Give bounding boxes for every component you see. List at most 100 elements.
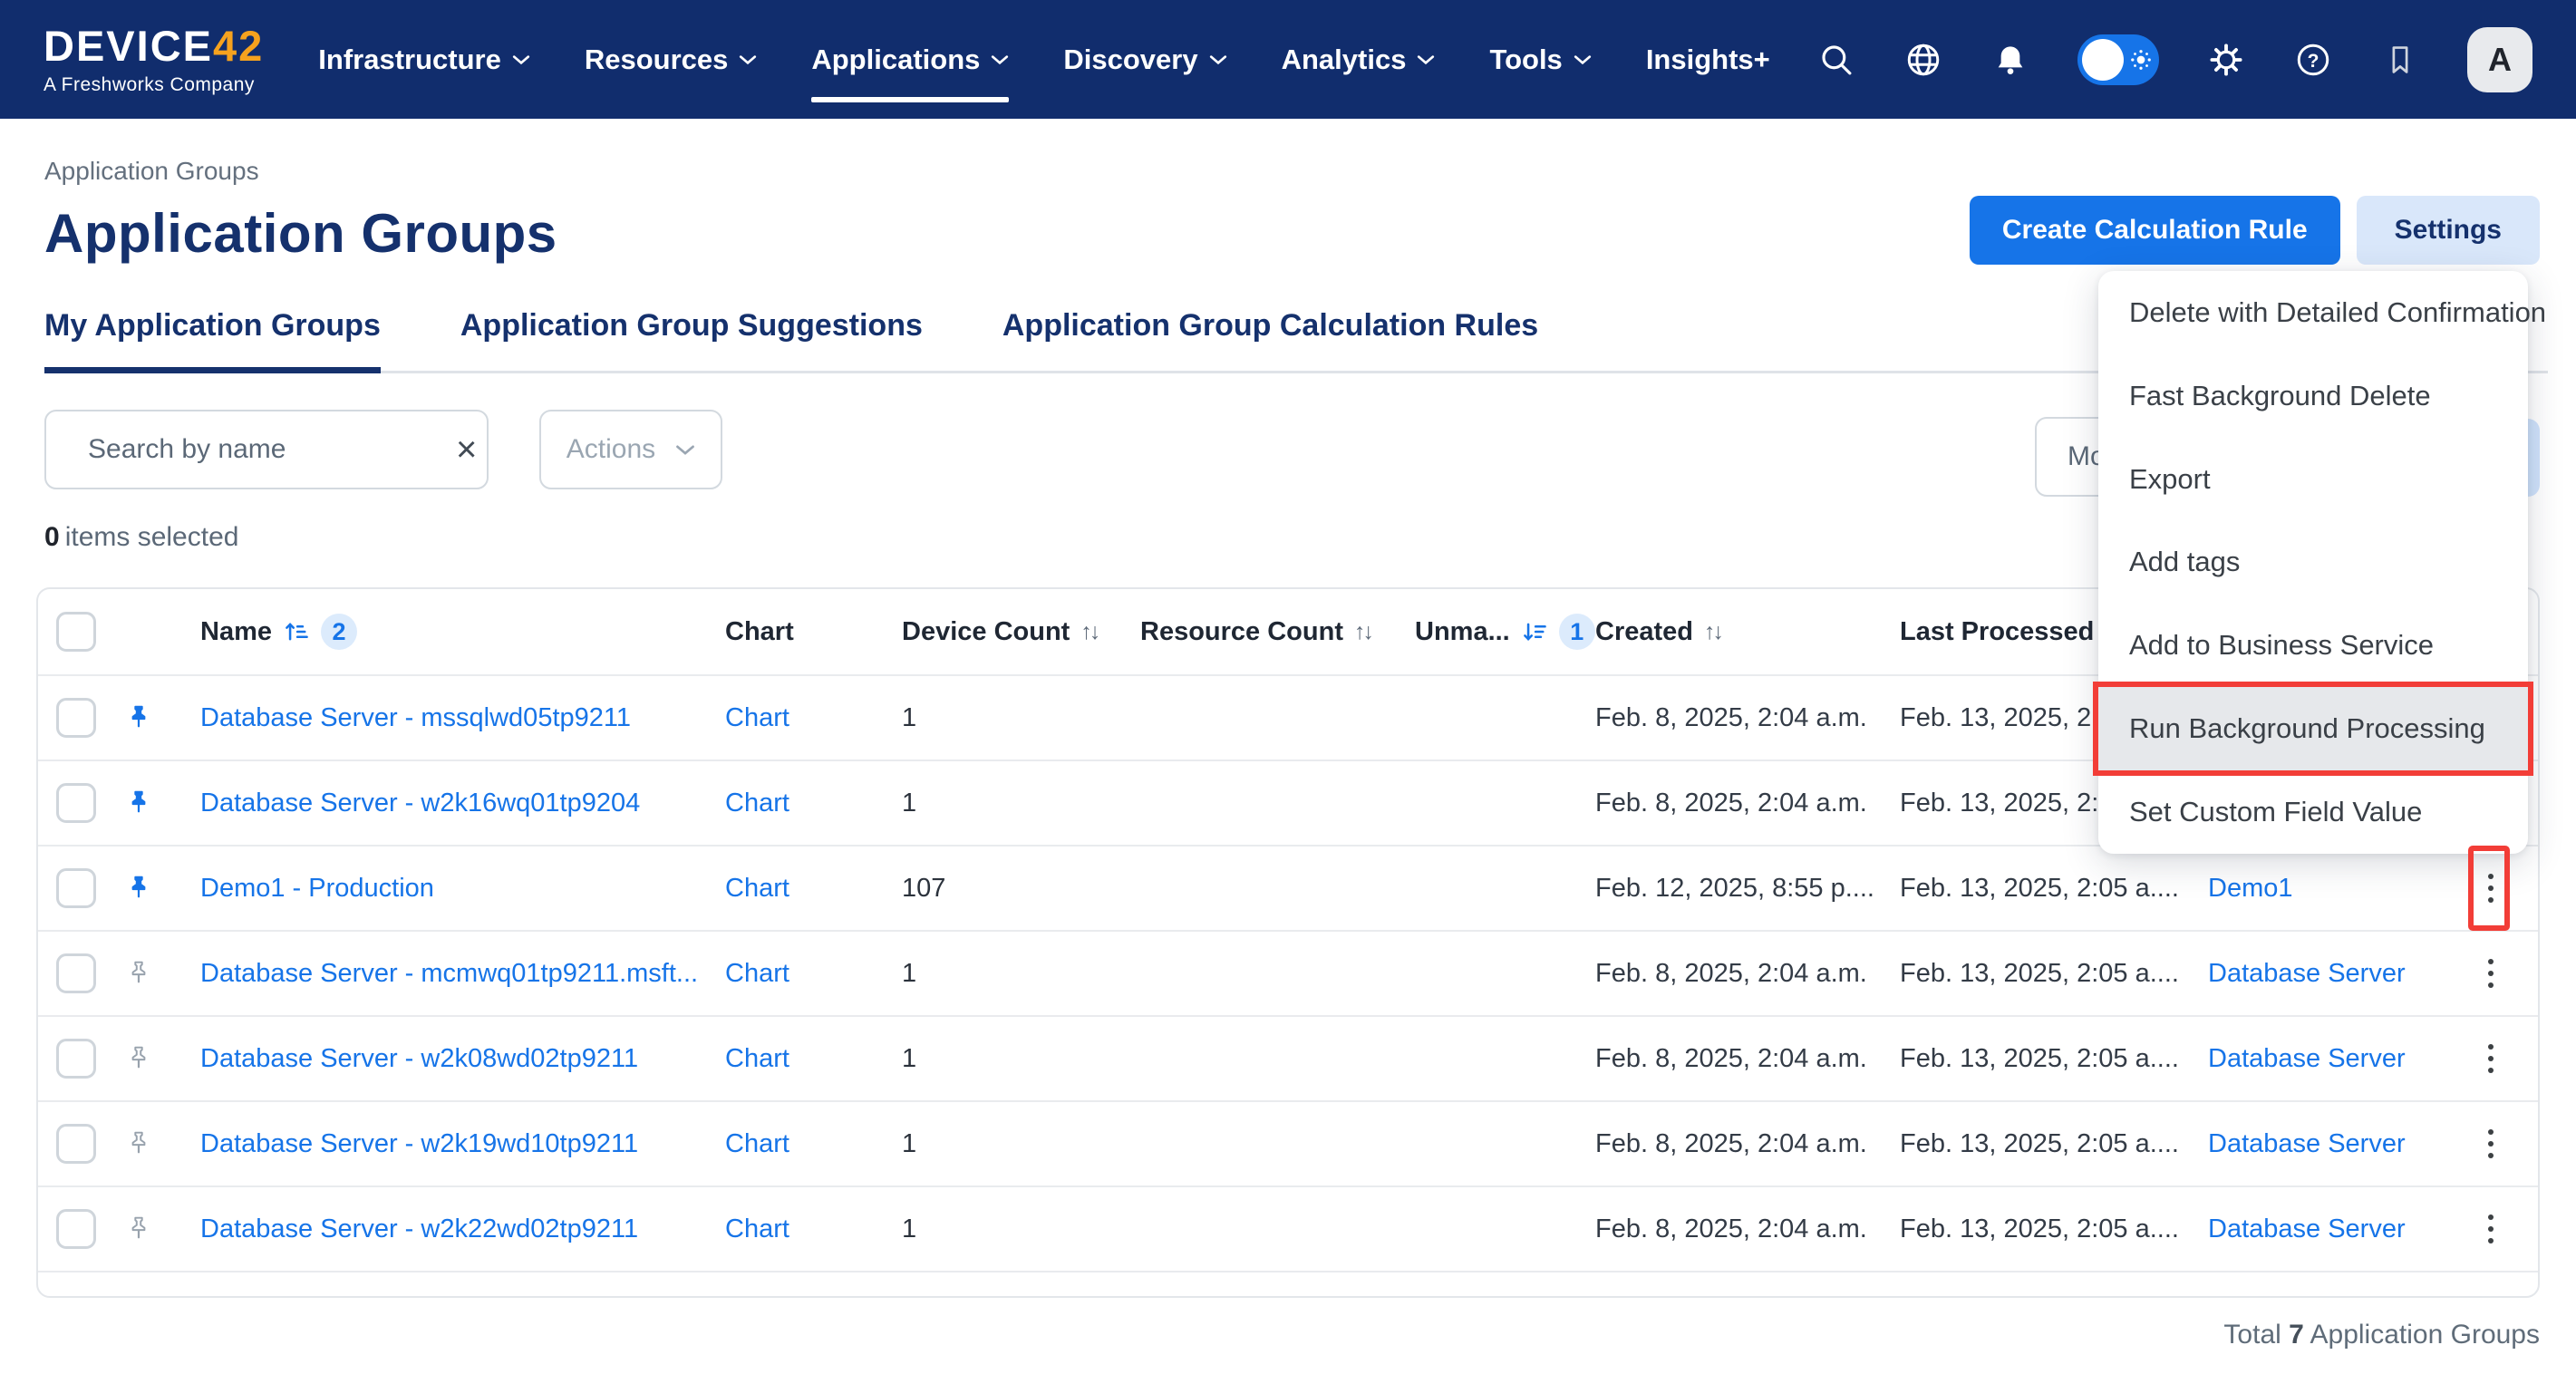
clear-search-icon[interactable]: × — [456, 431, 477, 468]
column-header-created[interactable]: Created↑↓ — [1595, 617, 1900, 647]
chart-link[interactable]: Chart — [725, 703, 789, 733]
row-checkbox[interactable] — [56, 868, 96, 908]
tab-my-application-groups[interactable]: My Application Groups — [44, 308, 381, 371]
nav-item-infrastructure[interactable]: Infrastructure — [318, 0, 530, 119]
row-checkbox[interactable] — [56, 1039, 96, 1079]
sort-asc-icon[interactable] — [283, 618, 310, 645]
chevron-down-icon — [1574, 54, 1592, 65]
search-icon[interactable] — [1816, 40, 1856, 80]
column-header-name[interactable]: Name 2 — [181, 614, 725, 650]
table-row: Database Server - w2k19wd10tp9211Chart1F… — [38, 1102, 2538, 1187]
application-group-link[interactable]: Demo1 - Production — [200, 874, 434, 904]
chart-link[interactable]: Chart — [725, 789, 789, 818]
pinned-icon[interactable] — [125, 703, 152, 732]
unpinned-icon[interactable] — [125, 959, 152, 988]
device-count: 1 — [902, 789, 916, 818]
tab-application-group-calculation-rules[interactable]: Application Group Calculation Rules — [1002, 308, 1538, 371]
row-menu-icon[interactable] — [2481, 866, 2501, 910]
settings-button[interactable]: Settings — [2357, 196, 2540, 265]
chevron-down-icon — [1417, 54, 1435, 65]
unpinned-icon[interactable] — [125, 1044, 152, 1073]
sort-icon[interactable]: ↑↓ — [1080, 619, 1098, 645]
last-processed-date: Feb. 13, 2025, 2:05 a.... — [1900, 1044, 2179, 1074]
chart-link[interactable]: Chart — [725, 1214, 789, 1244]
breadcrumb[interactable]: Application Groups — [44, 157, 2540, 186]
actions-context-menu: Delete with Detailed Confirmation Fast B… — [2098, 271, 2528, 854]
menu-item-fast-background-delete[interactable]: Fast Background Delete — [2098, 354, 2528, 438]
menu-item-set-custom-field-value[interactable]: Set Custom Field Value — [2098, 770, 2528, 854]
search-input[interactable] — [88, 434, 438, 465]
row-checkbox[interactable] — [56, 1124, 96, 1164]
sort-priority-badge: 2 — [321, 614, 357, 650]
theme-toggle[interactable] — [2077, 34, 2159, 85]
row-checkbox[interactable] — [56, 783, 96, 823]
unpinned-icon[interactable] — [125, 1129, 152, 1158]
pinned-icon[interactable] — [125, 789, 152, 818]
nav-item-discovery[interactable]: Discovery — [1063, 0, 1226, 119]
nav-item-applications[interactable]: Applications — [811, 0, 1009, 119]
application-group-link[interactable]: Database Server - w2k22wd02tp9211 — [200, 1214, 638, 1244]
column-header-resource-count[interactable]: Resource Count↑↓ — [1140, 617, 1415, 647]
device-count: 1 — [902, 1214, 916, 1244]
group-link[interactable]: Database Server — [2208, 1129, 2406, 1159]
main-menu: Infrastructure Resources Applications Di… — [318, 0, 1769, 119]
row-menu-icon[interactable] — [2481, 1122, 2501, 1166]
logo-subtitle: A Freshworks Company — [44, 75, 264, 94]
table-row: Database Server - mcmwq01tp9211.msft... C… — [38, 932, 2538, 1017]
nav-item-analytics[interactable]: Analytics — [1282, 0, 1436, 119]
last-processed-date: Feb. 13, 2025, 2:05 a.... — [1900, 1214, 2179, 1244]
globe-icon[interactable] — [1903, 40, 1943, 80]
menu-item-add-to-business-service[interactable]: Add to Business Service — [2098, 604, 2528, 687]
device-count: 107 — [902, 874, 945, 904]
bookmark-icon[interactable] — [2380, 40, 2420, 80]
menu-item-run-background-processing[interactable]: Run Background Processing — [2098, 687, 2528, 770]
chart-link[interactable]: Chart — [725, 1129, 789, 1159]
application-group-link[interactable]: Database Server - mssqlwd05tp9211 — [200, 703, 631, 733]
application-group-link[interactable]: Database Server - w2k16wq01tp9204 — [200, 789, 640, 818]
tab-application-group-suggestions[interactable]: Application Group Suggestions — [460, 308, 923, 371]
column-header-unmapped[interactable]: Unma... 1 — [1415, 614, 1595, 650]
navbar-actions: ? A — [1816, 27, 2532, 92]
user-avatar[interactable]: A — [2467, 27, 2532, 92]
device-count: 1 — [902, 1129, 916, 1159]
chart-link[interactable]: Chart — [725, 959, 789, 989]
group-link[interactable]: Database Server — [2208, 959, 2406, 989]
settings-gear-icon[interactable] — [2206, 40, 2246, 80]
nav-item-insights[interactable]: Insights+ — [1646, 0, 1770, 119]
row-checkbox[interactable] — [56, 1209, 96, 1249]
menu-item-delete-with-detailed-confirmation[interactable]: Delete with Detailed Confirmation — [2098, 271, 2528, 354]
column-header-device-count[interactable]: Device Count↑↓ — [902, 617, 1140, 647]
group-link[interactable]: Database Server — [2208, 1214, 2406, 1244]
nav-item-resources[interactable]: Resources — [585, 0, 758, 119]
table-row: Database Server - w2k08wd02tp9211Chart1F… — [38, 1017, 2538, 1102]
pinned-icon[interactable] — [125, 874, 152, 903]
row-checkbox[interactable] — [56, 953, 96, 993]
row-menu-icon[interactable] — [2481, 1207, 2501, 1251]
menu-item-export[interactable]: Export — [2098, 438, 2528, 521]
help-icon[interactable]: ? — [2293, 40, 2333, 80]
application-group-link[interactable]: Database Server - w2k08wd02tp9211 — [200, 1044, 638, 1074]
select-all-checkbox[interactable] — [56, 612, 96, 652]
row-menu-icon[interactable] — [2481, 952, 2501, 995]
device42-logo[interactable]: DEVICE42 A Freshworks Company — [44, 24, 264, 94]
sort-icon[interactable]: ↑↓ — [1704, 619, 1721, 645]
avatar-initial: A — [2488, 41, 2512, 79]
application-group-link[interactable]: Database Server - mcmwq01tp9211.msft... — [200, 959, 698, 989]
chart-link[interactable]: Chart — [725, 1044, 789, 1074]
create-calculation-rule-button[interactable]: Create Calculation Rule — [1970, 196, 2340, 265]
unpinned-icon[interactable] — [125, 1214, 152, 1243]
column-header-chart[interactable]: Chart — [725, 617, 902, 647]
group-link[interactable]: Database Server — [2208, 1044, 2406, 1074]
last-processed-date: Feb. 13, 2025, 2:05 a.... — [1900, 959, 2179, 989]
application-group-link[interactable]: Database Server - w2k19wd10tp9211 — [200, 1129, 638, 1159]
sort-icon[interactable]: ↑↓ — [1354, 619, 1371, 645]
row-menu-icon[interactable] — [2481, 1037, 2501, 1080]
row-checkbox[interactable] — [56, 698, 96, 738]
sort-desc-icon[interactable] — [1521, 618, 1548, 645]
group-link[interactable]: Demo1 — [2208, 874, 2293, 904]
actions-dropdown-button[interactable]: Actions — [539, 410, 722, 489]
nav-item-tools[interactable]: Tools — [1489, 0, 1591, 119]
notifications-bell-icon[interactable] — [1990, 40, 2030, 80]
chart-link[interactable]: Chart — [725, 874, 789, 904]
menu-item-add-tags[interactable]: Add tags — [2098, 521, 2528, 605]
